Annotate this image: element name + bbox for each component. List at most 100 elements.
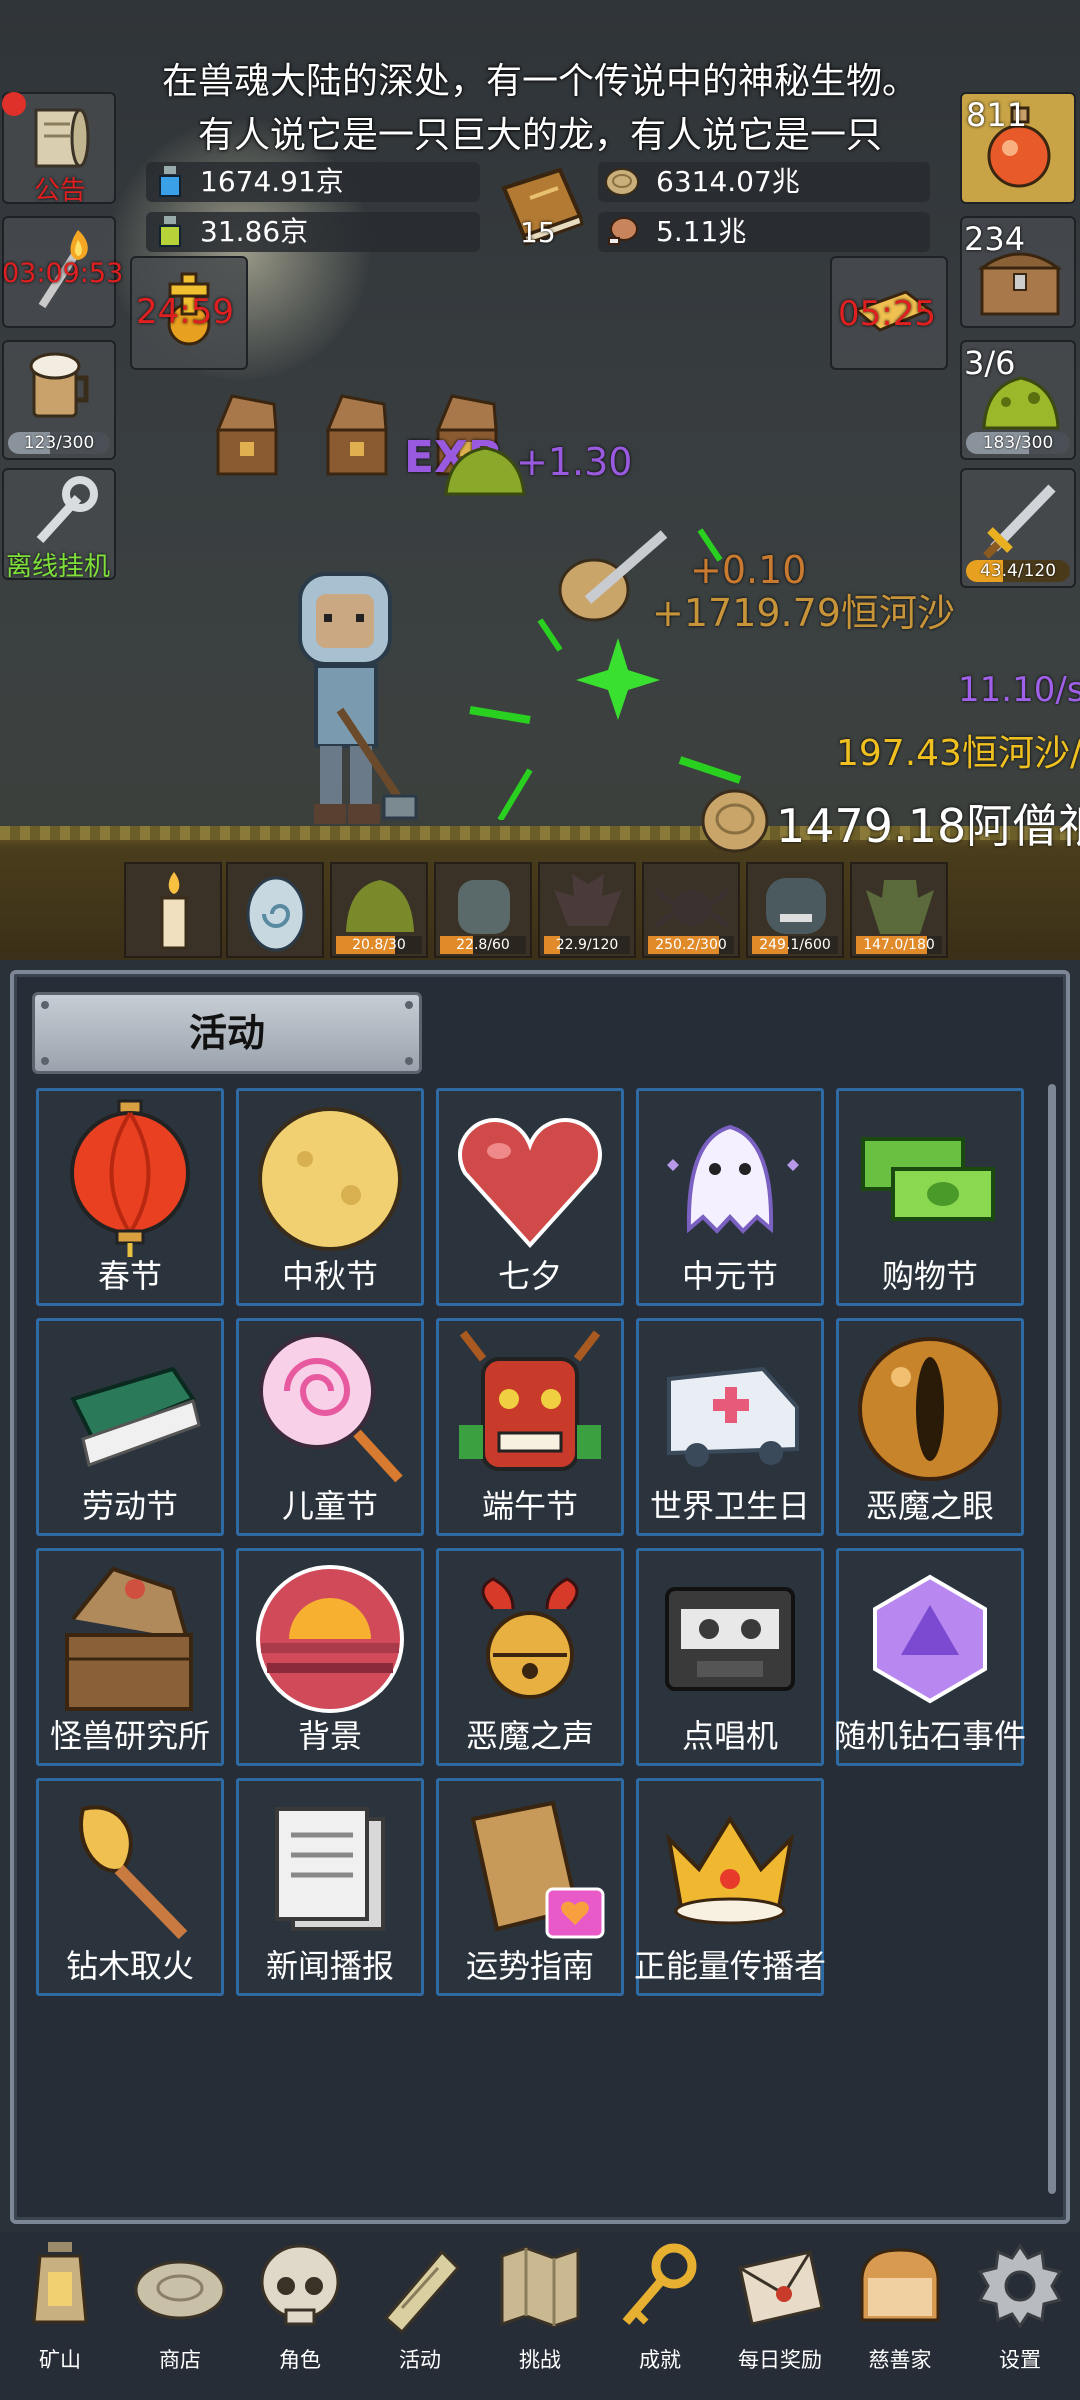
nav-philanthropist[interactable]: 慈善家: [840, 2232, 960, 2400]
sword-progress-bar: 43.4/120: [966, 560, 1070, 582]
blue-potion-icon: [159, 166, 181, 197]
tile-demon-voice[interactable]: 恶魔之声: [436, 1548, 624, 1766]
monster-6-progress-text: 147.0/180: [863, 937, 935, 953]
tile-label: 购物节: [881, 1257, 978, 1295]
tile-ghost-festival[interactable]: 中元节: [636, 1088, 824, 1306]
monster-slot-3[interactable]: 22.9/120: [538, 862, 636, 958]
torch-buff-button[interactable]: 03:09:53: [2, 216, 123, 328]
tile-label: 中秋节: [281, 1257, 378, 1295]
tile-background[interactable]: 背景: [236, 1548, 424, 1766]
potion-shop-button[interactable]: 811: [960, 92, 1076, 204]
tile-jukebox[interactable]: 点唱机: [636, 1548, 824, 1766]
gold-buff-button[interactable]: 05:25: [830, 256, 948, 370]
monster-4-progress-text: 250.2/300: [655, 937, 727, 953]
map-icon: [500, 2246, 580, 2328]
torch-timer: 03:09:53: [2, 258, 124, 289]
newspaper-icon: [275, 1807, 385, 1931]
panel-scrollbar[interactable]: [1048, 1084, 1056, 2194]
tile-fortune-guide[interactable]: 运势指南: [436, 1778, 624, 1996]
envelope-icon: [738, 2250, 824, 2326]
scroll-icon: [34, 108, 90, 168]
slime-button[interactable]: 3/6 183/300: [960, 340, 1076, 460]
nav-settings[interactable]: 设置: [960, 2232, 1080, 2400]
tile-mid-autumn[interactable]: 中秋节: [236, 1088, 424, 1306]
announcement-button[interactable]: 公告: [2, 92, 116, 206]
exp-gain-text: +1.30: [516, 440, 633, 484]
crown-icon: [665, 1815, 795, 1925]
green-potion-icon: [159, 216, 181, 247]
tile-dragon-boat[interactable]: 端午节: [436, 1318, 624, 1536]
total-currency-text: 1479.18阿僧祇: [776, 799, 1080, 853]
demon-eye-icon: [858, 1337, 1002, 1481]
sunset-icon: [256, 1565, 404, 1713]
coin-icon: [605, 168, 639, 196]
tile-label: 随机钻石事件: [833, 1717, 1026, 1755]
tile-world-health-day[interactable]: 世界卫生日: [636, 1318, 824, 1536]
story-ticker-line-2: 有人说它是一只巨大的龙，有人说它是一只: [197, 115, 882, 156]
gear-icon: [977, 2243, 1063, 2329]
monster-slot-2[interactable]: 22.8/60: [434, 862, 532, 958]
nav-activities[interactable]: 活动: [360, 2232, 480, 2400]
tile-label: 世界卫生日: [649, 1487, 810, 1525]
monster-2-progress-bar: 22.8/60: [440, 936, 526, 954]
slime-monster-icon: [346, 880, 414, 932]
nav-label: 设置: [999, 2348, 1041, 2372]
chest-button[interactable]: 234: [960, 216, 1076, 328]
tile-childrens-day[interactable]: 儿童节: [236, 1318, 424, 1536]
cross-buff-button[interactable]: 24:59: [130, 256, 248, 370]
tile-spring-festival[interactable]: 春节: [36, 1088, 224, 1306]
monster-2-progress-text: 22.8/60: [456, 937, 510, 953]
tile-label: 中元节: [681, 1257, 778, 1295]
nav-label: 挑战: [519, 2348, 561, 2372]
candle-slot[interactable]: [124, 862, 222, 958]
tile-monster-lab[interactable]: 怪兽研究所: [36, 1548, 224, 1766]
offline-idle-button[interactable]: 离线挂机: [2, 468, 116, 582]
gold-buff-timer: 05:25: [838, 294, 936, 334]
tile-label: 恶魔之眼: [865, 1487, 994, 1525]
tile-positive-energy[interactable]: 正能量传播者: [634, 1778, 826, 1996]
tile-drill-fire[interactable]: 钻木取火: [36, 1778, 224, 1996]
tile-shopping-festival[interactable]: 购物节: [836, 1088, 1024, 1306]
green-potion-amount: 31.86京: [200, 215, 309, 248]
heart-icon: [458, 1118, 602, 1248]
gold-rate-text: 197.43恒河沙/s: [836, 733, 1080, 774]
monster-slot-4[interactable]: 250.2/300: [642, 862, 740, 958]
beer-mug-icon: [29, 352, 89, 418]
scroll-icon: [383, 2249, 461, 2334]
tile-label: 恶魔之声: [465, 1717, 594, 1755]
tile-news[interactable]: 新闻播报: [236, 1778, 424, 1996]
tile-labor-day[interactable]: 劳动节: [36, 1318, 224, 1536]
nav-achievements[interactable]: 成就: [600, 2232, 720, 2400]
nav-label: 慈善家: [868, 2348, 932, 2372]
nav-daily-reward[interactable]: 每日奖励: [720, 2232, 840, 2400]
tile-demon-eye[interactable]: 恶魔之眼: [836, 1318, 1024, 1536]
nav-challenge[interactable]: 挑战: [480, 2232, 600, 2400]
nav-mine[interactable]: 矿山: [0, 2232, 120, 2400]
tile-label: 七夕: [497, 1257, 562, 1295]
nav-label: 每日奖励: [738, 2348, 822, 2372]
game-scene: 在兽魂大陆的深处，有一个传说中的神秘生物。 有人说它是一只巨大的龙，有人说它是一…: [0, 0, 1080, 960]
slime-progress-text: 183/300: [982, 433, 1054, 453]
offline-idle-label: 离线挂机: [6, 552, 111, 582]
tile-qixi[interactable]: 七夕: [436, 1088, 624, 1306]
sword-button[interactable]: 43.4/120: [960, 468, 1076, 588]
ambulance-icon: [667, 1366, 799, 1467]
monster-slot-6[interactable]: 147.0/180: [850, 862, 948, 958]
zombie-monster-icon: [458, 880, 510, 934]
monster-3-progress-bar: 22.9/120: [544, 936, 630, 954]
field-chest-icon: [215, 394, 278, 476]
dragon-mask-icon: [459, 1330, 601, 1471]
ghoul-monster-icon: [766, 878, 826, 934]
nav-shop[interactable]: 商店: [120, 2232, 240, 2400]
monster-slot-5[interactable]: 249.1/600: [746, 862, 844, 958]
egg-slot[interactable]: [226, 862, 324, 958]
tile-random-diamond[interactable]: 随机钻石事件: [834, 1548, 1026, 1766]
monster-slot-1[interactable]: 20.8/30: [330, 862, 428, 958]
bat-monster-icon: [554, 874, 622, 926]
nav-character[interactable]: 角色: [240, 2232, 360, 2400]
drink-button[interactable]: 123/300: [2, 340, 116, 460]
book-button[interactable]: 15: [490, 158, 594, 258]
panel-title-tab: 活动: [32, 992, 422, 1074]
tile-label: 儿童节: [281, 1487, 378, 1525]
lantern-icon: [70, 1099, 190, 1257]
